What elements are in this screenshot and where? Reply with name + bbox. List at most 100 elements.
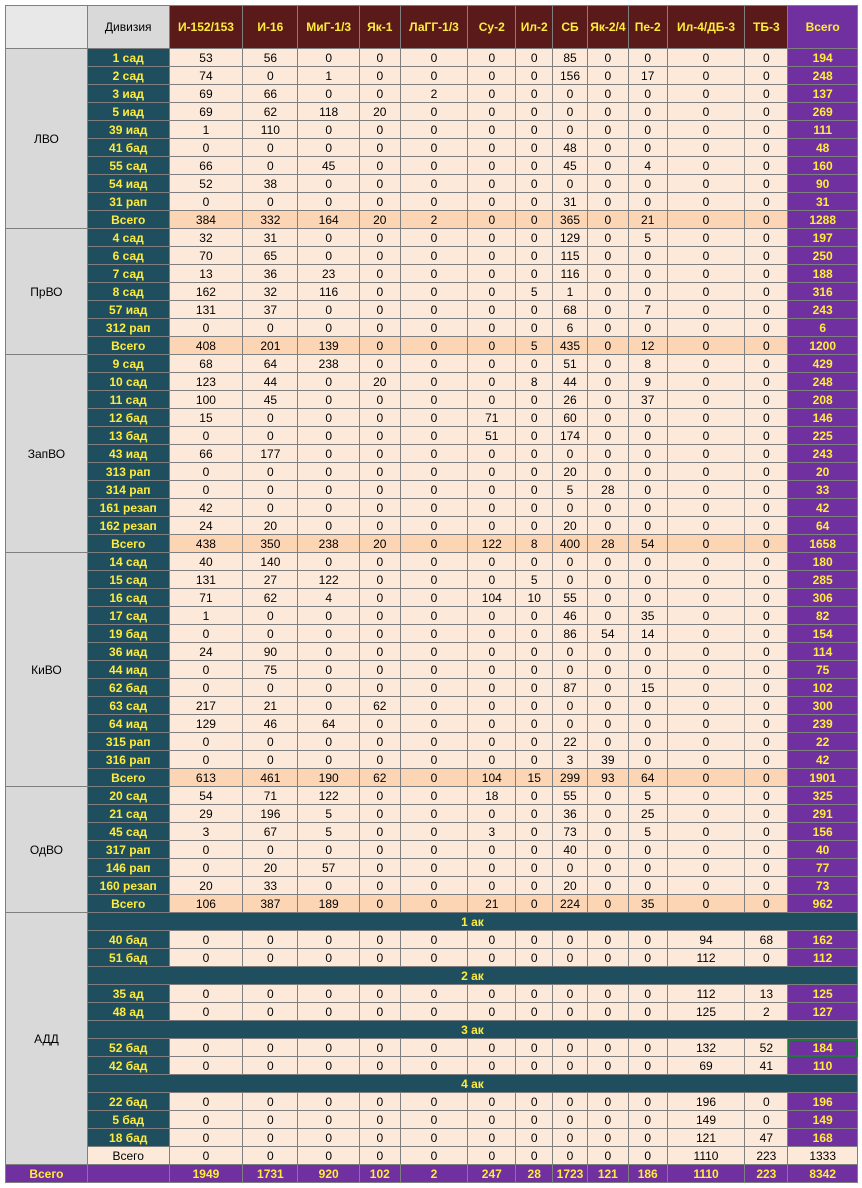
value-cell[interactable]: 0 [552, 552, 588, 571]
value-cell[interactable]: 0 [297, 372, 360, 391]
row-total-cell[interactable]: 64 [787, 516, 858, 535]
value-cell[interactable]: 0 [242, 930, 299, 949]
unit-cell[interactable]: 63 сад [86, 696, 170, 715]
aircraft-header[interactable]: Як-2/4 [586, 5, 629, 49]
value-cell[interactable]: 0 [627, 174, 668, 193]
value-cell[interactable]: 0 [627, 516, 668, 535]
value-cell[interactable]: 0 [744, 120, 789, 139]
value-cell[interactable]: 0 [627, 444, 668, 463]
value-cell[interactable]: 0 [586, 660, 629, 679]
value-cell[interactable]: 0 [358, 858, 401, 877]
grand-total-value[interactable]: 1723 [552, 1164, 588, 1183]
value-cell[interactable]: 0 [515, 642, 554, 661]
value-cell[interactable]: 0 [515, 894, 554, 913]
value-cell[interactable]: 0 [627, 192, 668, 211]
value-cell[interactable]: 0 [627, 642, 668, 661]
value-cell[interactable]: 0 [666, 534, 746, 553]
unit-cell[interactable]: 22 бад [86, 1092, 170, 1111]
row-total-cell[interactable]: 243 [787, 444, 858, 463]
value-cell[interactable]: 0 [586, 174, 629, 193]
value-cell[interactable]: 42 [168, 498, 244, 517]
value-cell[interactable]: 0 [467, 840, 517, 859]
value-cell[interactable]: 0 [552, 498, 588, 517]
corps-header-cell[interactable]: 1 ак [86, 912, 859, 931]
value-cell[interactable]: 0 [467, 210, 517, 229]
value-cell[interactable]: 0 [515, 822, 554, 841]
value-cell[interactable]: 0 [242, 318, 299, 337]
value-cell[interactable]: 3 [168, 822, 244, 841]
value-cell[interactable]: 238 [297, 354, 360, 373]
value-cell[interactable]: 0 [627, 1128, 668, 1147]
value-cell[interactable]: 0 [666, 156, 746, 175]
value-cell[interactable]: 66 [168, 156, 244, 175]
value-cell[interactable]: 116 [297, 282, 360, 301]
value-cell[interactable]: 0 [467, 462, 517, 481]
value-cell[interactable]: 223 [744, 1146, 789, 1165]
value-cell[interactable]: 0 [399, 984, 469, 1003]
value-cell[interactable]: 0 [744, 876, 789, 895]
aircraft-header[interactable]: Пе-2 [627, 5, 668, 49]
value-cell[interactable]: 0 [586, 858, 629, 877]
row-total-cell[interactable]: 285 [787, 570, 858, 589]
row-total-cell[interactable]: 429 [787, 354, 858, 373]
value-cell[interactable]: 0 [744, 390, 789, 409]
value-cell[interactable]: 0 [627, 462, 668, 481]
value-cell[interactable]: 0 [297, 840, 360, 859]
value-cell[interactable]: 17 [627, 66, 668, 85]
value-cell[interactable]: 0 [399, 786, 469, 805]
value-cell[interactable]: 0 [297, 660, 360, 679]
value-cell[interactable]: 110 [242, 120, 299, 139]
value-cell[interactable]: 0 [744, 138, 789, 157]
value-cell[interactable]: 0 [515, 516, 554, 535]
value-cell[interactable]: 0 [515, 660, 554, 679]
value-cell[interactable]: 0 [744, 336, 789, 355]
value-cell[interactable]: 0 [399, 1128, 469, 1147]
value-cell[interactable]: 100 [168, 390, 244, 409]
unit-cell[interactable]: 5 бад [86, 1110, 170, 1129]
value-cell[interactable]: 90 [242, 642, 299, 661]
value-cell[interactable]: 41 [744, 1056, 789, 1075]
value-cell[interactable]: 0 [358, 1146, 401, 1165]
value-cell[interactable]: 0 [297, 1056, 360, 1075]
value-cell[interactable]: 93 [586, 768, 629, 787]
value-cell[interactable]: 125 [666, 1002, 746, 1021]
value-cell[interactable]: 0 [627, 84, 668, 103]
value-cell[interactable]: 0 [586, 1056, 629, 1075]
value-cell[interactable]: 0 [627, 750, 668, 769]
value-cell[interactable]: 0 [467, 1146, 517, 1165]
value-cell[interactable]: 0 [399, 732, 469, 751]
value-cell[interactable]: 0 [515, 84, 554, 103]
value-cell[interactable]: 0 [515, 300, 554, 319]
aircraft-header[interactable]: Як-1 [358, 5, 401, 49]
value-cell[interactable]: 0 [552, 642, 588, 661]
row-total-cell[interactable]: 146 [787, 408, 858, 427]
value-cell[interactable]: 0 [744, 750, 789, 769]
value-cell[interactable]: 71 [168, 588, 244, 607]
value-cell[interactable]: 0 [627, 1146, 668, 1165]
value-cell[interactable]: 461 [242, 768, 299, 787]
value-cell[interactable]: 0 [515, 786, 554, 805]
value-cell[interactable]: 0 [399, 408, 469, 427]
value-cell[interactable]: 18 [467, 786, 517, 805]
value-cell[interactable]: 0 [552, 948, 588, 967]
value-cell[interactable]: 1110 [666, 1146, 746, 1165]
unit-cell[interactable]: 161 резап [86, 498, 170, 517]
value-cell[interactable]: 0 [666, 732, 746, 751]
value-cell[interactable]: 0 [399, 462, 469, 481]
value-cell[interactable]: 5 [515, 336, 554, 355]
value-cell[interactable]: 0 [586, 462, 629, 481]
value-cell[interactable]: 0 [515, 156, 554, 175]
value-cell[interactable]: 29 [168, 804, 244, 823]
value-cell[interactable]: 0 [515, 102, 554, 121]
district-cell[interactable]: ЛВО [5, 48, 88, 229]
value-cell[interactable]: 0 [358, 84, 401, 103]
value-cell[interactable]: 0 [552, 174, 588, 193]
row-total-cell[interactable]: 154 [787, 624, 858, 643]
row-total-cell[interactable]: 1200 [787, 336, 858, 355]
value-cell[interactable]: 0 [467, 516, 517, 535]
row-total-cell[interactable]: 208 [787, 390, 858, 409]
value-cell[interactable]: 0 [467, 246, 517, 265]
value-cell[interactable]: 106 [168, 894, 244, 913]
value-cell[interactable]: 104 [467, 588, 517, 607]
value-cell[interactable]: 22 [552, 732, 588, 751]
